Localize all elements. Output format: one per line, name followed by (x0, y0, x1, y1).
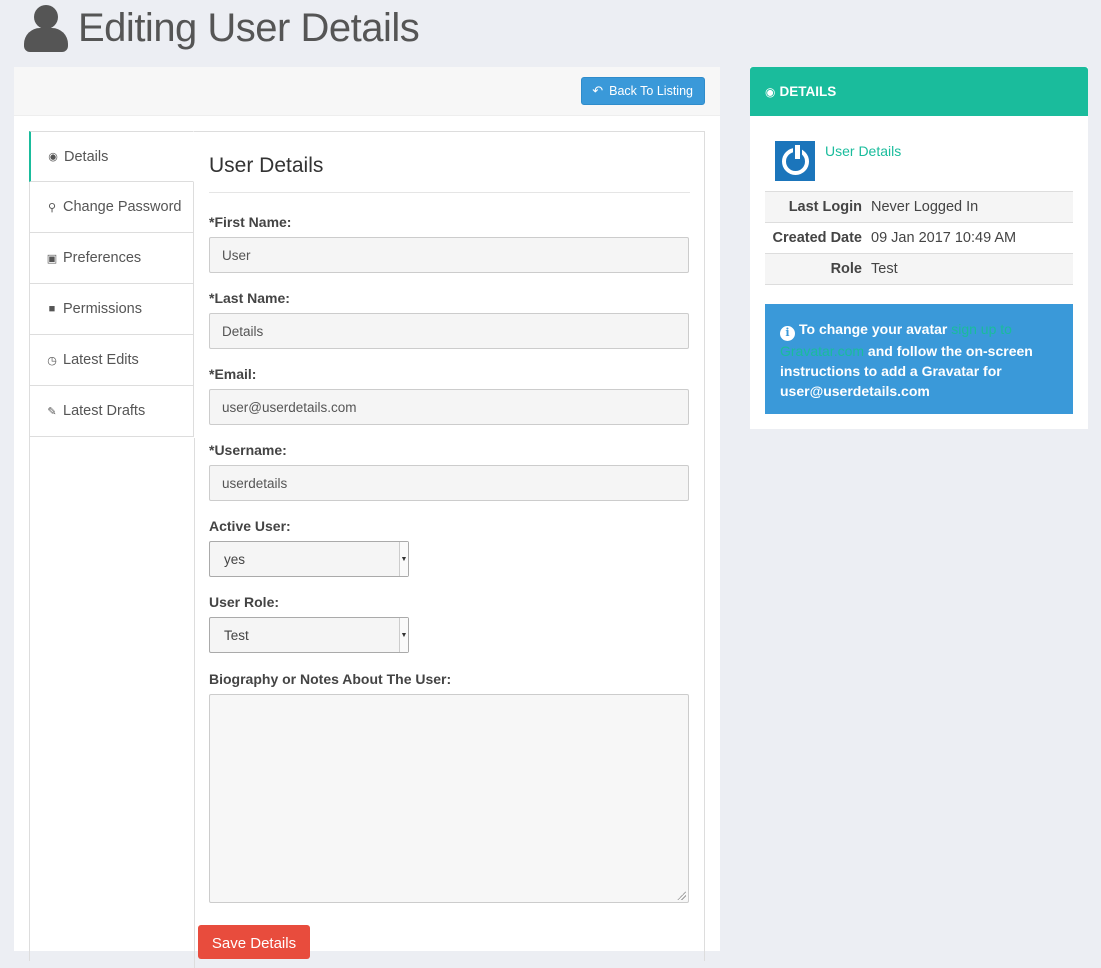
row-key: Last Login (788, 199, 862, 215)
tab-change-password[interactable]: ⚲ Change Password (29, 182, 194, 233)
tab-label: Permissions (63, 301, 142, 317)
resize-handle[interactable] (677, 891, 686, 900)
tab-label: Preferences (63, 250, 142, 266)
save-details-button[interactable]: Save Details (198, 925, 310, 959)
row-value: 09 Jan 2017 10:49 AM (871, 230, 1017, 246)
main-panel: ↶ Back To Listing ◉ Details ⚲ Change Pas… (14, 67, 720, 968)
user-role-value: Test (224, 627, 249, 643)
tab-permissions[interactable]: ■ Permissions (29, 284, 194, 335)
info-icon: i (780, 325, 795, 341)
profile-summary: User Details (775, 141, 901, 181)
tab-divider (194, 438, 195, 968)
user-icon (22, 3, 70, 53)
tab-latest-edits[interactable]: ◷ Latest Edits (29, 335, 194, 386)
user-info-table: Last Login Never Logged In Created Date … (765, 191, 1073, 285)
eye-icon: ◉ (765, 84, 776, 99)
key-icon: ⚲ (47, 201, 57, 214)
email-input[interactable] (209, 389, 689, 425)
tab-list: ◉ Details ⚲ Change Password ▣ Preference… (29, 131, 194, 437)
table-row: Created Date 09 Jan 2017 10:49 AM (765, 223, 1073, 254)
user-details-link[interactable]: User Details (825, 143, 901, 181)
tab-label: Latest Edits (63, 352, 139, 368)
avatar (775, 141, 815, 181)
tab-preferences[interactable]: ▣ Preferences (29, 233, 194, 284)
chevron-down-icon: ▼ (399, 618, 408, 652)
row-value: Never Logged In (871, 199, 979, 215)
active-user-select[interactable]: yes ▼ (209, 541, 409, 577)
details-panel: ◉ DETAILS User Details Last Login Never … (750, 67, 1088, 429)
table-row: Last Login Never Logged In (765, 191, 1073, 223)
first-name-input[interactable] (209, 237, 689, 273)
user-role-select[interactable]: Test ▼ (209, 617, 409, 653)
table-row: Role Test (765, 253, 1073, 285)
eye-icon: ◉ (48, 151, 58, 163)
row-key: Created Date (772, 230, 862, 246)
page-title: Editing User Details (78, 5, 420, 50)
avatar-info-alert: i To change your avatar sign up to Gravat… (765, 304, 1073, 414)
power-icon (781, 144, 809, 175)
active-user-label: Active User: (209, 518, 291, 534)
user-role-label: User Role: (209, 594, 280, 610)
briefcase-icon: ▣ (46, 252, 58, 265)
page-header: Editing User Details (22, 0, 420, 56)
details-panel-title: DETAILS (779, 84, 837, 99)
back-to-listing-button[interactable]: ↶ Back To Listing (581, 77, 705, 105)
username-label: *Username: (209, 442, 287, 458)
email-label: *Email: (209, 366, 257, 382)
last-name-label: *Last Name: (209, 290, 290, 306)
details-panel-header: ◉ DETAILS (750, 67, 1088, 116)
lock-icon: ■ (48, 303, 56, 315)
row-key: Role (830, 261, 862, 277)
clock-icon: ◷ (47, 354, 57, 367)
form-heading: User Details (209, 154, 690, 193)
biography-textarea[interactable] (209, 694, 689, 903)
first-name-label: *First Name: (209, 214, 292, 230)
row-value: Test (871, 261, 898, 277)
tab-latest-drafts[interactable]: ✎ Latest Drafts (29, 386, 194, 437)
biography-label: Biography or Notes About The User: (209, 671, 452, 687)
pencil-icon: ✎ (47, 405, 57, 418)
reply-icon: ↶ (592, 83, 604, 98)
username-input[interactable] (209, 465, 689, 501)
back-to-listing-label: Back To Listing (609, 84, 693, 98)
tab-label: Details (64, 148, 109, 165)
toolbar: ↶ Back To Listing (14, 67, 720, 116)
user-details-form: User Details *First Name: *Last Name: *E… (209, 132, 690, 903)
alert-text-start: To change your avatar (799, 321, 948, 337)
tab-details[interactable]: ◉ Details (29, 131, 194, 182)
editor-body: ◉ Details ⚲ Change Password ▣ Preference… (29, 131, 705, 968)
tab-label: Change Password (63, 199, 182, 215)
tab-label: Latest Drafts (63, 403, 146, 419)
last-name-input[interactable] (209, 313, 689, 349)
active-user-value: yes (224, 551, 246, 567)
chevron-down-icon: ▼ (399, 542, 408, 576)
